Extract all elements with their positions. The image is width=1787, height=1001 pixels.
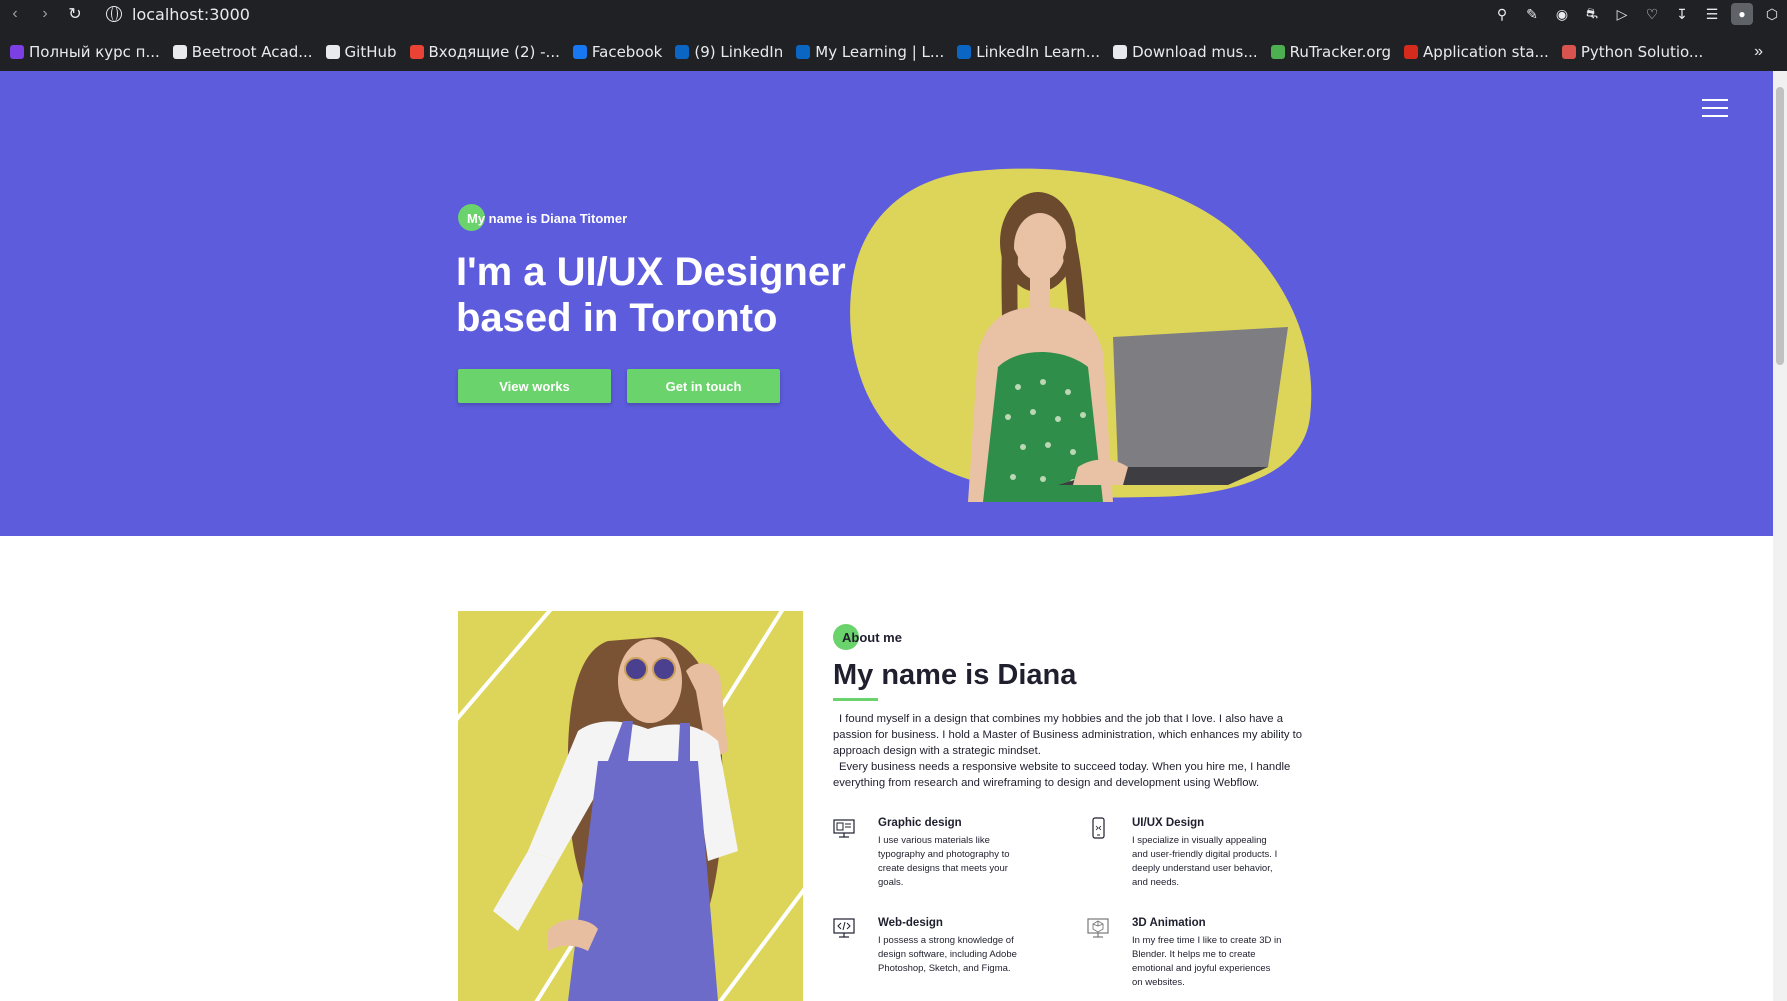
laptop [1113, 327, 1288, 467]
bookmark-label: Python Solutio... [1580, 43, 1704, 61]
bookmark-label: RuTracker.org [1289, 43, 1392, 61]
bookmark-label: GitHub [344, 43, 397, 61]
address-bar[interactable]: localhost:3000 [106, 0, 250, 28]
view-works-button[interactable]: View works [458, 369, 611, 403]
bookmark-item[interactable]: LinkedIn Learn... [957, 43, 1100, 61]
play-icon[interactable]: ▷ [1607, 0, 1637, 28]
graphic-design-icon [833, 819, 855, 838]
extension-icon[interactable]: ⬡ [1757, 0, 1787, 28]
about-title: My name is Diana [833, 659, 1077, 691]
bookmark-item[interactable]: Download mus... [1113, 43, 1258, 61]
about-text: I found myself in a design that combines… [833, 711, 1303, 791]
service-title: Web-design [878, 917, 943, 929]
bookmark-item[interactable]: My Learning | L... [796, 43, 944, 61]
bookmark-favicon-icon [409, 45, 424, 59]
about-kicker: About me [833, 624, 902, 653]
bookmark-favicon-icon [1404, 45, 1419, 59]
shield-icon[interactable]: ⛐ [1577, 0, 1607, 28]
page-scrollbar[interactable] [1773, 71, 1787, 1001]
bookmark-label: Download mus... [1132, 43, 1258, 61]
service-text: I use various materials like typography … [878, 835, 1010, 888]
service-ui-ux-design: UI/UX Design I specialize in visually ap… [1087, 817, 1347, 897]
service-title: 3D Animation [1132, 917, 1206, 929]
bookmark-item[interactable]: Полный курс п... [10, 43, 160, 61]
bookmarks-bar: Полный курс п... Beetroot Acad... GitHub Вх… [0, 38, 1787, 66]
globe-icon [106, 6, 122, 22]
hero-portrait [850, 168, 1312, 502]
bookmark-item[interactable]: (9) LinkedIn [675, 43, 783, 61]
bookmark-label: Application sta... [1423, 43, 1549, 61]
camera-icon[interactable]: ◉ [1547, 0, 1577, 28]
url-text: localhost:3000 [132, 4, 250, 24]
toolbar-actions: ⚲ ✎ ◉ ⛐ ▷ ♡ ↧ ☰ ● ⬡ [1487, 0, 1787, 28]
bookmark-label: My Learning | L... [815, 43, 945, 61]
bookmark-favicon-icon [1113, 45, 1128, 59]
profile-icon[interactable]: ● [1727, 0, 1757, 28]
service-graphic-design: Graphic design I use various materials l… [833, 817, 1093, 897]
bookmark-item[interactable]: GitHub [325, 43, 397, 61]
back-icon[interactable]: ‹ [0, 0, 30, 28]
about-portrait [458, 611, 803, 1001]
service-text: I specialize in visually appealing and u… [1132, 835, 1278, 888]
3d-monitor-icon [1087, 918, 1109, 938]
forward-icon[interactable]: › [30, 0, 60, 28]
bookmark-label: (9) LinkedIn [694, 43, 784, 61]
bookmark-label: Входящие (2) -... [428, 43, 560, 61]
download-icon[interactable]: ↧ [1667, 0, 1697, 28]
bookmark-favicon-icon [325, 45, 340, 59]
service-web-design: Web-design I possess a strong knowledge … [833, 917, 1093, 997]
service-title: UI/UX Design [1132, 817, 1205, 829]
page-viewport: My name is Diana Titomer I'm a UI/UX Des… [0, 71, 1773, 1001]
bookmark-item[interactable]: RuTracker.org [1270, 43, 1392, 61]
bookmark-label: Полный курс п... [29, 43, 160, 61]
service-text: In my free time I like to create 3D in B… [1132, 935, 1282, 988]
service-text: I possess a strong knowledge of design s… [878, 935, 1017, 974]
hero-section: My name is Diana Titomer I'm a UI/UX Des… [0, 71, 1773, 536]
about-paragraph-1: I found myself in a design that combines… [833, 713, 1303, 757]
get-in-touch-button[interactable]: Get in touch [627, 369, 780, 403]
bookmark-favicon-icon [1270, 45, 1285, 59]
bookmark-favicon-icon [10, 45, 24, 59]
mobile-icon [1092, 817, 1105, 839]
about-portrait-graphic [458, 611, 803, 1001]
bookmark-favicon-icon [572, 45, 587, 59]
about-paragraph-2: Every business needs a responsive websit… [833, 761, 1291, 789]
browser-chrome: ‹ › ↻ localhost:3000 ⚲ ✎ ◉ ⛐ ▷ ♡ ↧ ☰ ● ⬡… [0, 0, 1787, 71]
monitor-code-icon [833, 918, 855, 938]
bookmark-favicon-icon [957, 45, 972, 59]
browser-toolbar: ‹ › ↻ localhost:3000 ⚲ ✎ ◉ ⛐ ▷ ♡ ↧ ☰ ● ⬡ [0, 0, 1787, 28]
about-kicker-text: About me [842, 630, 902, 645]
bookmarks-more-icon[interactable]: » [1754, 38, 1763, 66]
menu-icon[interactable]: ☰ [1697, 0, 1727, 28]
bookmark-favicon-icon [172, 45, 187, 59]
bookmark-item[interactable]: Python Solutio... [1561, 43, 1704, 61]
bookmark-item[interactable]: Входящие (2) -... [409, 43, 560, 61]
hamburger-menu-icon[interactable] [1702, 99, 1728, 119]
title-underline [833, 698, 878, 701]
edit-icon[interactable]: ✎ [1517, 0, 1547, 28]
bookmark-label: Beetroot Acad... [191, 43, 313, 61]
bookmark-label: Facebook [591, 43, 663, 61]
scrollbar-thumb[interactable] [1776, 87, 1784, 365]
bookmark-favicon-icon [796, 45, 811, 59]
bookmark-item[interactable]: Application sta... [1404, 43, 1549, 61]
service-3d-animation: 3D Animation In my free time I like to c… [1087, 917, 1347, 997]
zoom-icon[interactable]: ⚲ [1487, 0, 1517, 28]
hero-kicker: My name is Diana Titomer [458, 204, 627, 232]
reload-icon[interactable]: ↻ [60, 0, 90, 28]
bookmark-item[interactable]: Facebook [572, 43, 663, 61]
bookmark-label: LinkedIn Learn... [976, 43, 1101, 61]
bookmark-favicon-icon [1561, 45, 1576, 59]
heart-icon[interactable]: ♡ [1637, 0, 1667, 28]
bookmark-favicon-icon [675, 45, 690, 59]
service-title: Graphic design [878, 817, 962, 829]
bookmark-item[interactable]: Beetroot Acad... [172, 43, 313, 61]
hero-kicker-text: My name is Diana Titomer [467, 210, 628, 226]
hero-title: I'm a UI/UX Designer based in Toronto [456, 250, 846, 340]
